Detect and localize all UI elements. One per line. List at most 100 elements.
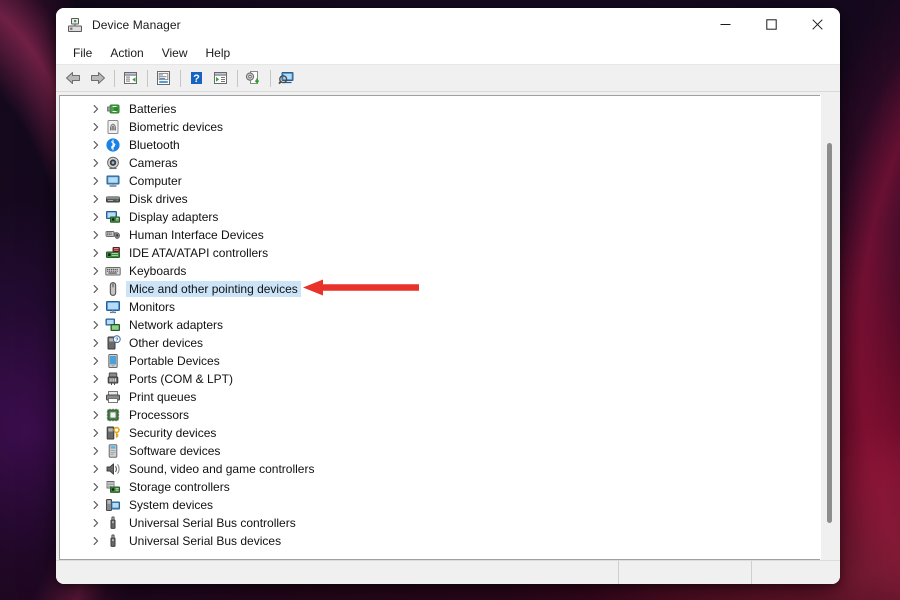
tree-item[interactable]: Human Interface Devices [60,226,820,244]
title-bar[interactable]: Device Manager [56,8,840,41]
chevron-right-icon[interactable] [88,461,104,477]
tree-item[interactable]: Processors [60,406,820,424]
printer-icon [105,389,121,405]
storage-controller-icon [105,479,121,495]
tree-item[interactable]: Portable Devices [60,352,820,370]
chevron-right-icon[interactable] [88,335,104,351]
window-title: Device Manager [92,17,181,32]
tree-item[interactable]: Monitors [60,298,820,316]
tree-item-label: Processors [129,408,190,422]
tree-item[interactable]: Sound, video and game controllers [60,460,820,478]
maximize-button[interactable] [748,8,794,41]
chevron-right-icon[interactable] [88,407,104,423]
chevron-right-icon[interactable] [88,227,104,243]
help-button[interactable]: ? [185,67,208,89]
chevron-right-icon[interactable] [88,101,104,117]
other-device-icon: ? [105,335,121,351]
chevron-right-icon[interactable] [88,317,104,333]
minimize-button[interactable] [702,8,748,41]
chevron-right-icon[interactable] [88,371,104,387]
toolbar-separator [147,69,148,87]
menu-item-file[interactable]: File [64,43,101,63]
chevron-right-icon[interactable] [88,173,104,189]
chevron-right-icon[interactable] [88,245,104,261]
properties-button[interactable] [152,67,175,89]
tree-item[interactable]: Display adapters [60,208,820,226]
tree-item[interactable]: ? Other devices [60,334,820,352]
display-adapter-icon [105,209,121,225]
chevron-right-icon[interactable] [88,119,104,135]
disk-drive-icon [105,191,121,207]
chevron-right-icon[interactable] [88,263,104,279]
tree-item[interactable]: Bluetooth [60,136,820,154]
tree-item[interactable]: Print queues [60,388,820,406]
usb-icon [105,533,121,549]
menu-item-help[interactable]: Help [197,43,240,63]
tree-item-label: Universal Serial Bus controllers [129,516,296,530]
toolbar-separator [180,69,181,87]
tree-item[interactable]: Cameras [60,154,820,172]
chevron-right-icon[interactable] [88,497,104,513]
tree-item-label: Mice and other pointing devices [126,281,301,297]
tree-item[interactable]: Ports (COM & LPT) [60,370,820,388]
chevron-right-icon[interactable] [88,479,104,495]
chevron-right-icon[interactable] [88,209,104,225]
back-button[interactable] [62,67,85,89]
chevron-right-icon[interactable] [88,389,104,405]
tree-item-label: Security devices [129,426,217,440]
tree-item[interactable]: Keyboards [60,262,820,280]
menu-item-action[interactable]: Action [101,43,152,63]
tree-item[interactable]: System devices [60,496,820,514]
chevron-right-icon[interactable] [88,299,104,315]
tree-item[interactable]: Universal Serial Bus controllers [60,514,820,532]
tree-item[interactable]: Security devices [60,424,820,442]
tree-item[interactable]: Disk drives [60,190,820,208]
chevron-right-icon[interactable] [88,155,104,171]
tree-item[interactable]: Storage controllers [60,478,820,496]
tree-item[interactable]: Biometric devices [60,118,820,136]
tree-item[interactable]: Batteries [60,100,820,118]
vertical-scrollbar[interactable] [820,95,837,560]
tree-item[interactable]: Network adapters [60,316,820,334]
chevron-right-icon[interactable] [88,137,104,153]
chevron-right-icon[interactable] [88,533,104,549]
chevron-right-icon[interactable] [88,353,104,369]
status-pane-main [56,561,619,584]
tree-item[interactable]: Software devices [60,442,820,460]
mouse-icon [105,281,121,297]
svg-text:?: ? [115,337,118,343]
computer-icon [105,173,121,189]
forward-button[interactable] [86,67,109,89]
camera-icon [105,155,121,171]
tree-item[interactable]: IDE ATA/ATAPI controllers [60,244,820,262]
scrollbar-thumb[interactable] [827,143,832,523]
chevron-right-icon[interactable] [88,443,104,459]
scan-for-hardware-changes-button[interactable] [275,67,298,89]
show-hide-console-tree-button[interactable] [119,67,142,89]
tree-item-label: Monitors [129,300,176,314]
show-hide-action-pane-button[interactable] [209,67,232,89]
toolbar-separator [270,69,271,87]
tree-item-label: Cameras [129,156,178,170]
tree-item-label: Display adapters [129,210,219,224]
monitor-icon [105,299,121,315]
chevron-right-icon[interactable] [88,515,104,531]
chevron-right-icon[interactable] [88,191,104,207]
device-tree[interactable]: Batteries Biometric devices Bluetooth Camer… [60,96,820,559]
tree-item[interactable]: Mice and other pointing devices [60,280,820,298]
menu-item-view[interactable]: View [153,43,197,63]
status-pane-secondary [619,561,752,584]
usb-icon [105,515,121,531]
security-device-icon [105,425,121,441]
tree-item[interactable]: Computer [60,172,820,190]
close-button[interactable] [794,8,840,41]
update-driver-button[interactable] [242,67,265,89]
chevron-right-icon[interactable] [88,425,104,441]
tree-item[interactable]: Universal Serial Bus devices [60,532,820,550]
tree-item-label: Computer [129,174,182,188]
tree-item-label: System devices [129,498,214,512]
tree-item-label: Disk drives [129,192,188,206]
tree-item-label: Keyboards [129,264,187,278]
chevron-right-icon[interactable] [88,281,104,297]
tree-item-label: Other devices [129,336,204,350]
